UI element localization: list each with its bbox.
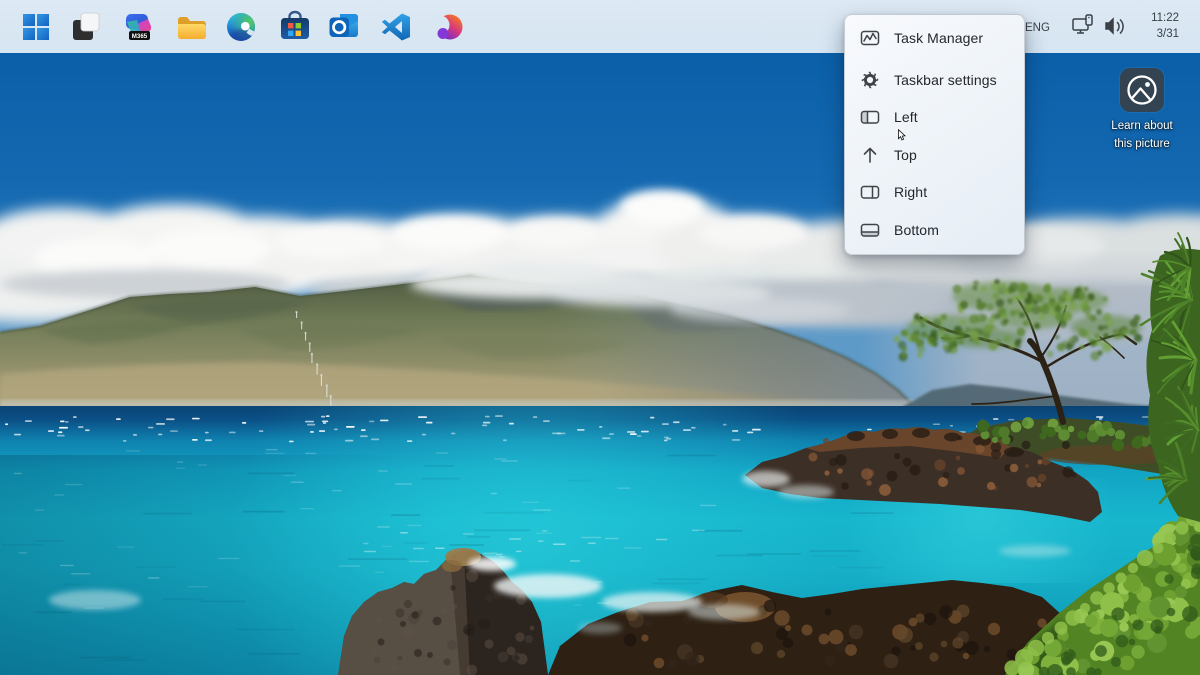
svg-text:M365: M365 <box>132 33 148 40</box>
svg-text:ENG: ENG <box>1025 22 1050 34</box>
svg-text:3/31: 3/31 <box>1157 28 1179 40</box>
svg-text:11:22: 11:22 <box>1151 12 1179 24</box>
